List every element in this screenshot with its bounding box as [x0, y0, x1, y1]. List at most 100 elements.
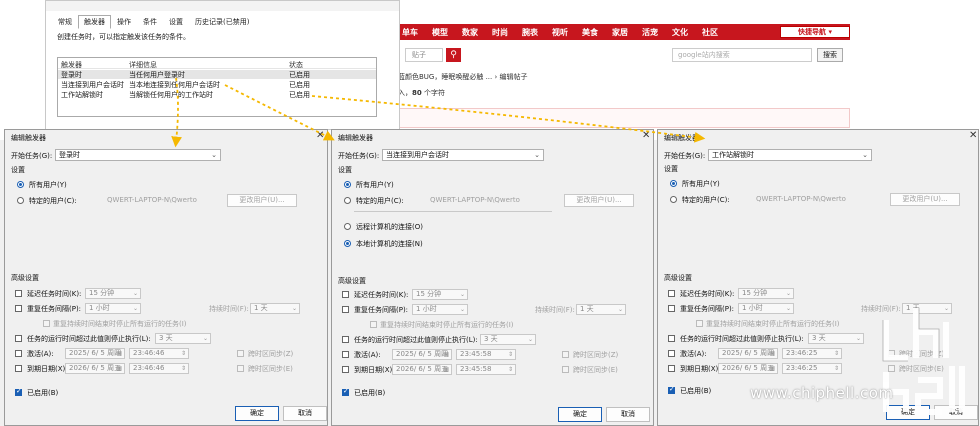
local-radio[interactable]	[344, 240, 351, 247]
nav-item[interactable]: 时尚	[485, 27, 515, 38]
remote-radio[interactable]	[344, 223, 351, 230]
cancel-button[interactable]: 取消	[283, 406, 327, 421]
activate-checkbox[interactable]	[668, 350, 675, 357]
sync-zone2-checkbox[interactable]	[237, 365, 244, 372]
sync-zone-checkbox[interactable]	[237, 350, 244, 357]
expire-time-spinner[interactable]: 23:46:46 ⇕	[129, 363, 189, 374]
delay-checkbox[interactable]	[15, 290, 22, 297]
expire-checkbox[interactable]	[15, 365, 22, 372]
table-row[interactable]: 当连接到用户会话时 当本地连接到任何用户会话时 已启用	[58, 80, 376, 89]
tab-conditions[interactable]: 条件	[137, 15, 163, 29]
search-icon[interactable]: ⚲	[446, 48, 461, 62]
any-user-radio[interactable]	[344, 181, 351, 188]
tab-actions[interactable]: 操作	[111, 15, 137, 29]
nav-item[interactable]: 视听	[545, 27, 575, 38]
expire-time-spinner[interactable]: 23:46:25 ⇕	[782, 363, 842, 374]
tab-history[interactable]: 历史记录(已禁用)	[189, 15, 255, 29]
stop-if-select[interactable]: 3 天 ⌄	[155, 333, 211, 344]
enabled-checkbox[interactable]	[342, 387, 349, 396]
any-user-radio[interactable]	[670, 180, 677, 187]
stop-if-checkbox[interactable]	[342, 336, 349, 343]
stop-if-select[interactable]: 3 天 ⌄	[808, 333, 864, 344]
repeat-select[interactable]: 1 小时 ⌄	[738, 303, 794, 314]
repeat-checkbox[interactable]	[342, 306, 349, 313]
table-row[interactable]: 工作站解锁时 当解锁任何用户的工作站时 已启用	[58, 90, 376, 99]
activate-checkbox[interactable]	[15, 350, 22, 357]
nav-item[interactable]: 腕表	[515, 27, 545, 38]
repeat-select[interactable]: 1 小时 ⌄	[412, 304, 468, 315]
activate-date-picker[interactable]: 2025/ 6/ 5 周四 ▦	[392, 349, 452, 360]
enabled-checkbox[interactable]	[668, 385, 675, 394]
specific-user-radio[interactable]	[670, 196, 677, 203]
quick-nav-label: 快捷导航	[798, 28, 827, 36]
sync-zone-checkbox[interactable]	[562, 351, 569, 358]
expire-checkbox[interactable]	[668, 365, 675, 372]
activate-time-spinner[interactable]: 23:46:46 ⇕	[129, 348, 189, 359]
forum-search-input[interactable]: 贴子	[405, 48, 443, 62]
activate-checkbox[interactable]	[342, 351, 349, 358]
tab-general[interactable]: 常规	[52, 15, 78, 29]
activate-date-picker[interactable]: 2025/ 6/ 5 周四 ▦	[65, 348, 125, 359]
nav-item[interactable]: 数家	[455, 27, 485, 38]
expire-checkbox[interactable]	[342, 366, 349, 373]
activate-time-spinner[interactable]: 23:46:25 ⇕	[782, 348, 842, 359]
column-header-trigger[interactable]: 触发器	[61, 60, 82, 70]
table-row[interactable]: 登录时 当任何用户登录时 已启用	[58, 70, 376, 79]
duration-select[interactable]: 1 天 ⌄	[250, 303, 300, 314]
specific-user-radio[interactable]	[344, 197, 351, 204]
nav-item[interactable]: 社区	[695, 27, 725, 38]
activate-time-spinner[interactable]: 23:45:58 ⇕	[456, 349, 516, 360]
close-icon[interactable]: ✕	[316, 130, 324, 141]
expire-date-picker[interactable]: 2026/ 6/ 5 周五 ▦	[65, 363, 125, 374]
delay-select[interactable]: 15 分钟 ⌄	[85, 288, 141, 299]
change-user-button[interactable]: 更改用户(U)...	[564, 194, 634, 207]
nav-item[interactable]: 模型	[425, 27, 455, 38]
any-user-radio[interactable]	[17, 181, 24, 188]
chevron-down-icon: ⌄	[459, 306, 465, 313]
nav-item[interactable]: 家居	[605, 27, 635, 38]
specific-user-radio[interactable]	[17, 197, 24, 204]
delay-checkbox[interactable]	[668, 290, 675, 297]
change-user-button[interactable]: 更改用户(U)...	[227, 194, 297, 207]
duration-select[interactable]: 1 天 ⌄	[576, 304, 626, 315]
google-search-input[interactable]: google站内搜索	[672, 48, 812, 62]
nav-item[interactable]: 文化	[665, 27, 695, 38]
quick-nav-button[interactable]: 快捷导航 ▾	[780, 26, 850, 38]
stop-all-checkbox[interactable]	[43, 320, 50, 327]
search-button[interactable]: 搜索	[817, 48, 843, 62]
expire-date-picker[interactable]: 2026/ 6/ 5 周五 ▦	[718, 363, 778, 374]
enabled-checkbox[interactable]	[15, 387, 22, 396]
start-task-select[interactable]: 当连接到用户会话时 ⌄	[382, 149, 544, 161]
stop-if-select[interactable]: 3 天 ⌄	[480, 334, 536, 345]
start-task-select[interactable]: 登录时 ⌄	[55, 149, 221, 161]
activate-date-picker[interactable]: 2025/ 6/ 5 周四 ▦	[718, 348, 778, 359]
stop-all-checkbox[interactable]	[370, 321, 377, 328]
column-header-status[interactable]: 状态	[289, 60, 303, 70]
stop-all-checkbox[interactable]	[696, 320, 703, 327]
repeat-checkbox[interactable]	[668, 305, 675, 312]
repeat-checkbox[interactable]	[15, 305, 22, 312]
cancel-button[interactable]: 取消	[606, 407, 650, 422]
expire-date-picker[interactable]: 2026/ 6/ 5 周五 ▦	[392, 364, 452, 375]
close-icon[interactable]: ✕	[969, 130, 977, 141]
tab-triggers[interactable]: 触发器	[78, 15, 111, 29]
delay-checkbox[interactable]	[342, 291, 349, 298]
start-task-select[interactable]: 工作站解锁时 ⌄	[708, 149, 872, 161]
delay-select[interactable]: 15 分钟 ⌄	[738, 288, 794, 299]
expire-time-spinner[interactable]: 23:45:58 ⇕	[456, 364, 516, 375]
stop-if-checkbox[interactable]	[15, 335, 22, 342]
sync-zone2-checkbox[interactable]	[562, 366, 569, 373]
nav-item[interactable]: 活宠	[635, 27, 665, 38]
nav-item[interactable]: 美食	[575, 27, 605, 38]
tab-settings[interactable]: 设置	[163, 15, 189, 29]
ok-button[interactable]: 确定	[235, 406, 279, 421]
calendar-icon: ▦	[769, 365, 775, 372]
repeat-select[interactable]: 1 小时 ⌄	[85, 303, 141, 314]
change-user-button[interactable]: 更改用户(U)...	[890, 193, 960, 206]
task-properties-window: 常规 触发器 操作 条件 设置 历史记录(已禁用) 创建任务时，可以指定触发该任…	[45, 0, 400, 130]
column-header-detail[interactable]: 详细信息	[129, 60, 157, 70]
close-icon[interactable]: ✕	[642, 130, 650, 141]
ok-button[interactable]: 确定	[558, 407, 602, 422]
stop-if-checkbox[interactable]	[668, 335, 675, 342]
delay-select[interactable]: 15 分钟 ⌄	[412, 289, 468, 300]
